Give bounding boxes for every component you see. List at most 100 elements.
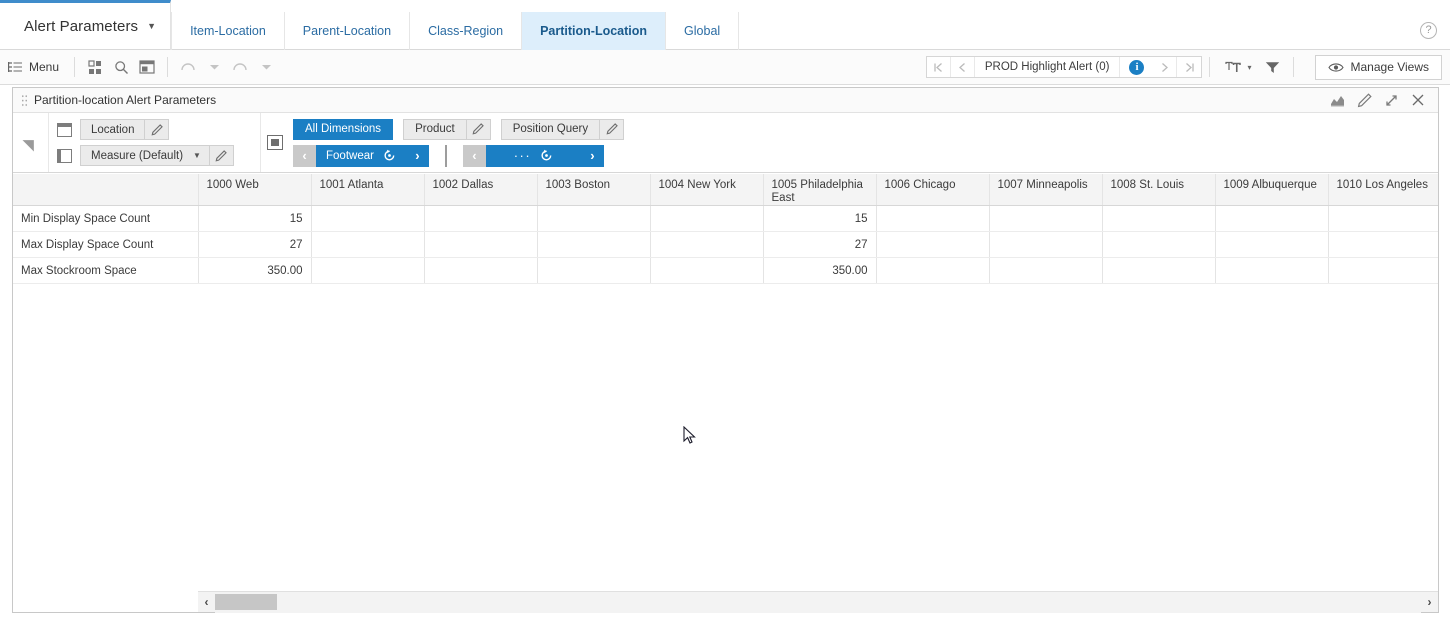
table-cell[interactable] xyxy=(537,258,650,284)
pager-value-button[interactable]: ··· xyxy=(486,145,581,167)
redo-dropdown-icon[interactable] xyxy=(253,55,279,79)
menu-button[interactable]: Menu xyxy=(0,57,67,77)
first-record-button[interactable] xyxy=(927,57,951,77)
tab-partition-location[interactable]: Partition-Location xyxy=(522,12,666,50)
table-cell[interactable] xyxy=(1102,206,1215,232)
previous-record-button[interactable] xyxy=(951,57,975,77)
horizontal-scrollbar[interactable]: ‹ › xyxy=(198,591,1438,612)
tab-item-location[interactable]: Item-Location xyxy=(171,12,285,50)
pager-value-button[interactable]: Footwear xyxy=(316,145,406,167)
info-icon[interactable]: i xyxy=(1129,60,1144,75)
table-cell[interactable] xyxy=(1102,258,1215,284)
table-cell[interactable]: 350.00 xyxy=(763,258,876,284)
row-header-cell[interactable]: Min Display Space Count xyxy=(13,206,198,232)
table-cell[interactable]: 27 xyxy=(198,232,311,258)
measure-dimension-button[interactable]: Measure (Default) ▼ xyxy=(80,145,234,166)
column-header[interactable]: 1003 Boston xyxy=(537,174,650,206)
column-header[interactable]: 1010 Los Angeles xyxy=(1328,174,1438,206)
table-cell[interactable]: 15 xyxy=(763,206,876,232)
table-cell[interactable]: 350.00 xyxy=(198,258,311,284)
pager-previous-button[interactable]: ‹ xyxy=(293,145,316,167)
chevron-down-icon[interactable]: ▼ xyxy=(193,151,209,160)
table-cell[interactable] xyxy=(1215,206,1328,232)
rotate-icon[interactable] xyxy=(383,149,396,162)
edit-pencil-icon[interactable] xyxy=(209,146,233,165)
edit-pencil-icon[interactable] xyxy=(599,120,623,139)
table-cell[interactable] xyxy=(989,206,1102,232)
table-cell[interactable] xyxy=(424,206,537,232)
table-cell[interactable] xyxy=(537,232,650,258)
app-title-dropdown[interactable]: Alert Parameters ▼ xyxy=(0,0,171,50)
search-icon[interactable] xyxy=(108,55,134,79)
table-cell[interactable] xyxy=(876,258,989,284)
table-cell[interactable] xyxy=(876,206,989,232)
column-header[interactable]: 1008 St. Louis xyxy=(1102,174,1215,206)
chart-icon[interactable] xyxy=(1325,90,1349,111)
undo-icon[interactable] xyxy=(175,55,201,79)
pager-previous-button[interactable]: ‹ xyxy=(463,145,486,167)
data-grid-scroll-area[interactable]: 1000 Web1001 Atlanta1002 Dallas1003 Bost… xyxy=(13,174,1438,592)
column-header[interactable]: 1005 Philadelphia East xyxy=(763,174,876,206)
rotate-icon[interactable] xyxy=(540,149,553,162)
filter-icon[interactable] xyxy=(1260,55,1286,79)
window-icon[interactable] xyxy=(134,55,160,79)
table-cell[interactable]: 15 xyxy=(198,206,311,232)
edit-pencil-icon[interactable] xyxy=(144,120,168,139)
tab-parent-location[interactable]: Parent-Location xyxy=(285,12,410,50)
table-cell[interactable] xyxy=(989,258,1102,284)
column-header[interactable]: 1006 Chicago xyxy=(876,174,989,206)
column-header[interactable]: 1000 Web xyxy=(198,174,311,206)
undo-dropdown-icon[interactable] xyxy=(201,55,227,79)
drag-handle-icon[interactable] xyxy=(21,94,28,107)
scroll-left-button[interactable]: ‹ xyxy=(198,592,215,613)
tab-class-region[interactable]: Class-Region xyxy=(410,12,522,50)
manage-views-button[interactable]: Manage Views xyxy=(1315,55,1443,80)
pager-next-button[interactable]: › xyxy=(581,145,604,167)
table-cell[interactable] xyxy=(1328,232,1438,258)
table-cell[interactable] xyxy=(1215,232,1328,258)
table-cell[interactable] xyxy=(1215,258,1328,284)
table-cell[interactable] xyxy=(1328,258,1438,284)
row-header-cell[interactable]: Max Display Space Count xyxy=(13,232,198,258)
table-cell[interactable] xyxy=(650,206,763,232)
collapse-panel-button[interactable] xyxy=(13,113,49,172)
last-record-button[interactable] xyxy=(1177,57,1201,77)
help-icon[interactable]: ? xyxy=(1420,22,1437,39)
table-cell[interactable] xyxy=(424,258,537,284)
table-cell[interactable] xyxy=(650,258,763,284)
column-header[interactable]: 1004 New York xyxy=(650,174,763,206)
scroll-right-button[interactable]: › xyxy=(1421,592,1438,613)
scrollbar-track[interactable] xyxy=(215,592,1421,613)
table-cell[interactable] xyxy=(1102,232,1215,258)
tab-global[interactable]: Global xyxy=(666,12,739,50)
table-cell[interactable]: 27 xyxy=(763,232,876,258)
column-header[interactable]: 1001 Atlanta xyxy=(311,174,424,206)
table-cell[interactable] xyxy=(876,232,989,258)
close-icon[interactable] xyxy=(1406,90,1430,111)
column-header[interactable]: 1007 Minneapolis xyxy=(989,174,1102,206)
font-size-button[interactable]: ▾ xyxy=(1217,58,1259,77)
position-query-button[interactable]: Position Query xyxy=(501,119,624,140)
scrollbar-thumb[interactable] xyxy=(215,594,277,610)
product-button[interactable]: Product xyxy=(403,119,491,140)
pager-next-button[interactable]: › xyxy=(406,145,429,167)
table-cell[interactable] xyxy=(1328,206,1438,232)
table-cell[interactable] xyxy=(989,232,1102,258)
column-header[interactable]: 1009 Albuquerque xyxy=(1215,174,1328,206)
table-cell[interactable] xyxy=(311,232,424,258)
column-header[interactable]: 1002 Dallas xyxy=(424,174,537,206)
all-dimensions-button[interactable]: All Dimensions xyxy=(293,119,393,140)
edit-pencil-icon[interactable] xyxy=(1352,90,1376,111)
next-record-button[interactable] xyxy=(1153,57,1177,77)
edit-pencil-icon[interactable] xyxy=(466,120,490,139)
redo-icon[interactable] xyxy=(227,55,253,79)
row-header-cell[interactable]: Max Stockroom Space xyxy=(13,258,198,284)
location-dimension-button[interactable]: Location xyxy=(80,119,169,140)
expand-icon[interactable] xyxy=(1379,90,1403,111)
table-cell[interactable] xyxy=(650,232,763,258)
table-cell[interactable] xyxy=(424,232,537,258)
table-cell[interactable] xyxy=(311,258,424,284)
table-cell[interactable] xyxy=(537,206,650,232)
layout-grid-icon[interactable] xyxy=(82,55,108,79)
table-cell[interactable] xyxy=(311,206,424,232)
